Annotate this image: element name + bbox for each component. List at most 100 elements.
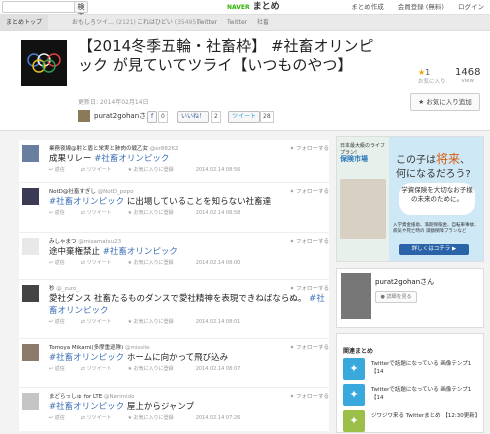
reply-button[interactable]: ↩ 返信 — [49, 260, 73, 266]
favorite-button[interactable]: ★ お気に入りに登録 — [128, 319, 182, 325]
retweet-button[interactable]: ⇄ リツイート — [81, 415, 120, 421]
tweet-timestamp[interactable]: 2014.02.14 08:00 — [196, 260, 241, 266]
tweet-timestamp[interactable]: 2014.02.14 08:56 — [196, 167, 241, 173]
tweet-actions: ↩ 返信 ⇄ リツイート ★ お気に入りに登録 2014.02.14 08:07 — [49, 365, 248, 372]
tweet-user[interactable]: 秒 @_zuro_ — [49, 284, 79, 292]
ad-cta-button[interactable]: 詳しくはコチラ ▶ — [399, 244, 469, 255]
avatar[interactable] — [341, 273, 371, 319]
tweet-text: 途中棄権禁止 #社畜オリンピック — [49, 247, 178, 257]
view-count: 1468 view — [455, 67, 481, 84]
register-link[interactable]: 会員登録 (無料) — [398, 3, 444, 11]
tweet-text: #社畜オリンピック ホームに向かって飛び込み — [49, 353, 229, 363]
tweet-list: 業務夜線@射と盾と栄実と肺肉の戦乙女 @er88262 ✦ フォローする 成果リレー… — [19, 140, 329, 431]
profile-detail-button[interactable]: ● 詳細を見る — [375, 291, 417, 303]
tweet-timestamp[interactable]: 2014.02.14 08:01 — [196, 319, 241, 325]
curator-avatar — [78, 110, 90, 122]
related-item[interactable]: ✦ Twitterで話題になっている 画像テンプ1【14 — [343, 358, 483, 382]
follow-button[interactable]: ✦ フォローする — [290, 144, 329, 152]
reply-button[interactable]: ↩ 返信 — [49, 210, 73, 216]
search-input[interactable] — [2, 1, 76, 13]
logo-text: まとめ — [252, 2, 280, 12]
tweet-avatar[interactable] — [22, 145, 39, 162]
tweet-user[interactable]: みしゃまつ @misamatsu23 — [49, 237, 121, 245]
retweet-button[interactable]: ⇄ リツイート — [81, 167, 120, 173]
olympic-rings-thumbnail — [21, 40, 67, 86]
like-button[interactable]: いいね！ — [177, 111, 210, 123]
tweet-user[interactable]: 業務夜線@射と盾と栄実と肺肉の戦乙女 @er88262 — [49, 144, 178, 152]
follow-button[interactable]: ✦ フォローする — [290, 187, 329, 195]
tweet-timestamp[interactable]: 2014.02.14 07:26 — [196, 415, 241, 421]
favorite-button[interactable]: ★ お気に入りに登録 — [128, 210, 182, 216]
page-title: 【2014冬季五輪・社畜枠】 #社畜オリンピック が見ていてツライ【いつものやつ… — [78, 37, 374, 74]
reply-button[interactable]: ↩ 返信 — [49, 319, 73, 325]
retweet-button[interactable]: ⇄ リツイート — [81, 366, 120, 372]
tweet-actions: ↩ 返信 ⇄ リツイート ★ お気に入りに登録 2014.02.14 08:56 — [49, 166, 248, 173]
star-icon: ★ — [418, 98, 425, 106]
tweet-avatar[interactable] — [22, 238, 39, 255]
tweet-timestamp[interactable]: 2014.02.14 08:58 — [196, 210, 241, 216]
tweet-avatar[interactable] — [22, 285, 39, 302]
tweet-actions: ↩ 返信 ⇄ リツイート ★ お気に入りに登録 2014.02.14 07:26 — [49, 414, 248, 421]
follow-button[interactable]: ✦ フォローする — [290, 343, 329, 351]
category-link[interactable]: おもしろツイ… (2121) — [72, 15, 136, 30]
search-button[interactable]: 検索 — [74, 1, 88, 21]
related-item[interactable]: ✦ Twitterで話題になっている 画像テンプ1【14 — [343, 384, 483, 408]
retweet-button[interactable]: ⇄ リツイート — [81, 210, 120, 216]
facebook-share-button[interactable]: f — [147, 111, 158, 123]
twitter-bird-icon: ✦ — [289, 146, 295, 152]
curator-profile: purat2gohanさん ● 詳細を見る — [336, 268, 484, 328]
breadcrumb-home[interactable]: まとめトップ — [0, 15, 49, 30]
twitter-bird-icon: ✦ — [289, 394, 295, 400]
twitter-bird-icon: ✦ — [289, 189, 295, 195]
divider — [19, 338, 329, 339]
tweet-user[interactable]: まどらっしゅ for LTE @Nerimido — [49, 392, 134, 400]
related-item[interactable]: ✦ ジワジワ来る Twitterまとめ 【12:30更新】 — [343, 410, 483, 434]
category-link[interactable]: Twitter — [197, 15, 217, 30]
follow-button[interactable]: ✦ フォローする — [290, 237, 329, 245]
reply-button[interactable]: ↩ 返信 — [49, 366, 73, 372]
tweet-avatar[interactable] — [22, 188, 39, 205]
logo-brand: NAVER — [227, 4, 250, 11]
category-link[interactable]: Twitter — [227, 15, 247, 30]
divider — [19, 279, 329, 280]
ad-bubble: 学資保険を大切なお子様の未来のために。 — [399, 183, 475, 215]
favorite-button[interactable]: ★ お気に入りに登録 — [128, 366, 182, 372]
create-matome-link[interactable]: まとめ作成 — [351, 3, 384, 11]
favorite-count: ★1 お気に入り — [418, 68, 446, 85]
tweet-avatar[interactable] — [22, 393, 39, 410]
tweet-text: #社畜オリンピック 屋上からジャンプ — [49, 402, 195, 412]
twitter-bird-icon: ✦ — [289, 286, 295, 292]
divider — [19, 387, 329, 388]
hashtag-link[interactable]: #社畜オリンピック — [49, 402, 124, 412]
tweet-user[interactable]: Tomoya Mikami(多摩重巡隊) @missile — [49, 343, 150, 351]
tweet-timestamp[interactable]: 2014.02.14 08:07 — [196, 366, 241, 372]
hashtag-link[interactable]: #社畜オリンピック — [49, 197, 124, 207]
hashtag-link[interactable]: #社畜オリンピック — [103, 247, 178, 257]
ad-banner[interactable]: 日本最大級のライフプラン! 保険市場 この子は将来、 何になるだろう? 学資保険を… — [336, 136, 484, 262]
curator[interactable]: purat2gohanさん — [78, 109, 153, 123]
retweet-button[interactable]: ⇄ リツイート — [81, 319, 120, 325]
reply-button[interactable]: ↩ 返信 — [49, 415, 73, 421]
follow-button[interactable]: ✦ フォローする — [290, 392, 329, 400]
retweet-button[interactable]: ⇄ リツイート — [81, 260, 120, 266]
related-heading: 関連まとめ — [343, 348, 374, 355]
hashtag-link[interactable]: #社畜オリンピック — [49, 353, 124, 363]
follow-button[interactable]: ✦ フォローする — [290, 284, 329, 292]
tweet-button[interactable]: ツイート — [228, 111, 261, 123]
favorite-button[interactable]: ★ お気に入りに登録 — [128, 167, 182, 173]
ad-headline: この子は将来、 何になるだろう? — [396, 152, 471, 180]
tweet-avatar[interactable] — [22, 344, 39, 361]
hashtag-link[interactable]: #社畜オリンピック — [94, 154, 169, 164]
category-link[interactable]: 社畜 — [257, 15, 269, 30]
tweet-user[interactable]: NotD@社畜すぎし @NotD_popo — [49, 187, 133, 195]
login-link[interactable]: ログイン — [458, 3, 484, 11]
reply-button[interactable]: ↩ 返信 — [49, 167, 73, 173]
favorite-button[interactable]: ★ お気に入りに登録 — [128, 415, 182, 421]
profile-name[interactable]: purat2gohanさん — [375, 277, 434, 287]
add-favorite-button[interactable]: ★ お気に入り追加 — [410, 93, 480, 111]
site-logo[interactable]: NAVER まとめ — [227, 0, 280, 15]
favorite-button[interactable]: ★ お気に入りに登録 — [128, 260, 182, 266]
tweet-text: 成果リレー #社畜オリンピック — [49, 154, 170, 164]
category-link[interactable]: これはひどい (35495) — [137, 15, 199, 30]
twitter-bird-icon: ✦ — [343, 384, 365, 406]
